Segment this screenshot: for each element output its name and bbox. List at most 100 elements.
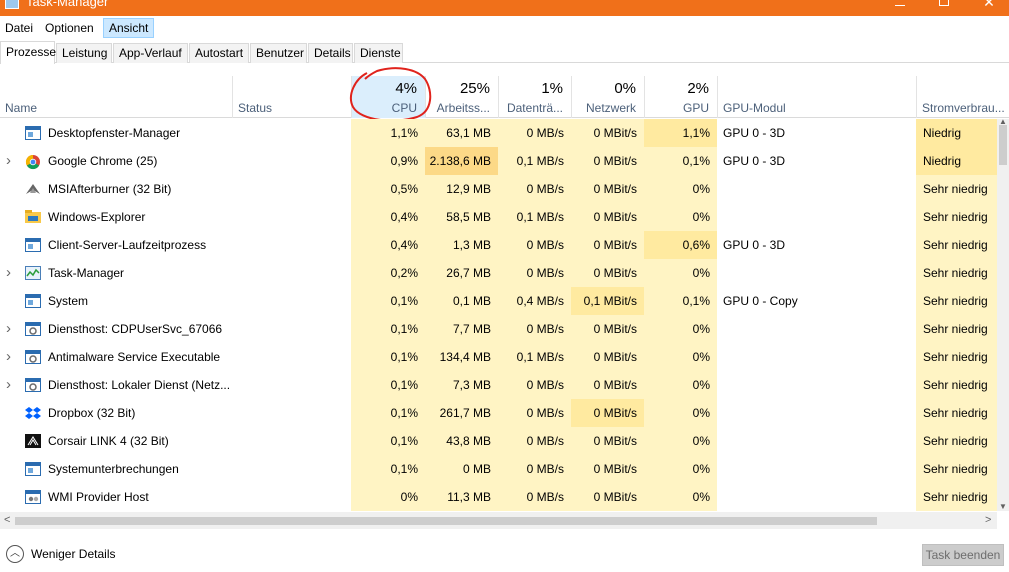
process-mem: 11,3 MB [447,490,491,504]
column-status[interactable]: Status [232,76,351,118]
process-row[interactable]: Windows-Explorer 0,4% 58,5 MB 0,1 MB/s 0 MBi… [0,203,997,231]
process-gpu-engine: GPU 0 - 3D [723,154,786,168]
column-gpu[interactable]: 2% GPU [644,76,717,118]
column-power[interactable]: Stromverbrau... [916,76,1009,118]
end-task-button[interactable]: Task beenden [922,544,1004,566]
tab-leistung[interactable]: Leistung [56,43,112,63]
process-name: Systemunterbrechungen [48,462,179,476]
column-status-label: Status [238,101,273,115]
memory-total: 25% [459,80,490,97]
process-disk: 0 MB/s [526,182,564,196]
column-cpu-label: CPU [391,101,417,115]
process-disk: 0,1 MB/s [516,350,564,364]
window-title: Task-Manager [26,0,109,9]
process-net: 0 MBit/s [593,322,637,336]
expand-chevron-icon[interactable]: › [6,259,11,286]
process-gpu-engine [717,371,916,399]
process-row[interactable]: Client-Server-Laufzeitprozess 0,4% 1,3 MB 0… [0,231,997,259]
column-memory[interactable]: 25% Arbeitss... [425,76,498,118]
horizontal-scroll-thumb[interactable] [15,517,877,525]
process-row[interactable]: › Diensthost: CDPUserSvc_67066 0,1% 7,7 MB 0… [0,315,997,343]
service-icon [25,350,41,364]
horizontal-scrollbar[interactable]: < > [0,512,997,529]
process-row[interactable]: WMI Provider Host 0% 11,3 MB 0 MB/s 0 MBit/s… [0,483,997,511]
column-disk-label: Datenträ... [506,101,563,115]
column-disk[interactable]: 1% Datenträ... [498,76,571,118]
process-gpu-engine: GPU 0 - Copy [723,294,798,308]
process-net: 0 MBit/s [593,406,637,420]
process-cpu: 1,1% [390,126,418,140]
expand-chevron-icon[interactable]: › [6,343,11,370]
tab-autostart[interactable]: Autostart [189,43,249,63]
process-disk: 0 MB/s [526,462,564,476]
column-name[interactable]: Name [0,76,232,118]
process-row[interactable]: › Task-Manager 0,2% 26,7 MB 0 MB/s 0 MBit/s 0%… [0,259,997,287]
column-gpu-engine-label: GPU-Modul [723,101,786,115]
process-mem: 7,7 MB [452,322,491,336]
process-row[interactable]: MSIAfterburner (32 Bit) 0,5% 12,9 MB 0 MB/s… [0,175,997,203]
scroll-left-icon[interactable]: < [4,512,10,529]
process-row[interactable]: Desktopfenster-Manager 1,1% 63,1 MB 0 MB/s 0… [0,119,997,147]
menu-datei[interactable]: Datei [0,18,38,38]
process-mem: 26,7 MB [446,266,491,280]
menu-ansicht[interactable]: Ansicht [103,18,155,38]
process-net: 0 MBit/s [593,350,637,364]
process-list: Desktopfenster-Manager 1,1% 63,1 MB 0 MB/s 0… [0,119,997,511]
process-gpu: 0% [692,406,710,420]
process-row[interactable]: Dropbox (32 Bit) 0,1% 261,7 MB 0 MB/s 0 MBit… [0,399,997,427]
column-network[interactable]: 0% Netzwerk [571,76,644,118]
process-gpu: 0% [692,182,710,196]
maximize-icon[interactable] [939,0,949,6]
process-power: Sehr niedrig [923,266,988,280]
process-disk: 0 MB/s [526,322,564,336]
minimize-icon[interactable] [895,5,905,6]
tab-prozesse[interactable]: Prozesse [0,41,56,64]
scroll-right-icon[interactable]: > [985,512,991,529]
column-gpu-engine[interactable]: GPU-Modul [717,76,916,118]
expand-chevron-icon[interactable]: › [6,147,11,174]
process-cpu: 0,1% [390,294,418,308]
corsair-icon [25,434,41,448]
process-row[interactable]: System 0,1% 0,1 MB 0,4 MB/s 0,1 MBit/s 0,1% GP… [0,287,997,315]
process-mem: 58,5 MB [446,210,491,224]
process-name: Diensthost: Lokaler Dienst (Netz... [48,378,231,392]
process-net: 0 MBit/s [593,238,637,252]
chevron-up-icon: ︿ [6,545,24,563]
process-row[interactable]: › Antimalware Service Executable 0,1% 134,4… [0,343,997,371]
process-row[interactable]: › Google Chrome (25) 0,9% 2.138,6 MB 0,1 MB/… [0,147,997,175]
process-row[interactable]: › Diensthost: Lokaler Dienst (Netz... 0,1%… [0,371,997,399]
tab-details[interactable]: Details [308,43,353,63]
process-gpu-engine: GPU 0 - 3D [723,238,786,252]
afterburner-icon [25,182,41,196]
expand-chevron-icon[interactable]: › [6,315,11,342]
column-gpu-label: GPU [682,101,709,115]
close-icon[interactable]: ✕ [966,0,1009,15]
process-power: Sehr niedrig [923,462,988,476]
tab-app-verlauf[interactable]: App-Verlauf [113,43,188,63]
chrome-icon [25,154,41,170]
expand-chevron-icon[interactable]: › [6,371,11,398]
menu-optionen[interactable]: Optionen [40,18,99,38]
process-gpu: 0% [692,266,710,280]
task-manager-icon [25,266,41,280]
process-row[interactable]: Corsair LINK 4 (32 Bit) 0,1% 43,8 MB 0 MB/s… [0,427,997,455]
process-name: Windows-Explorer [48,210,146,224]
process-power: Sehr niedrig [923,434,988,448]
vertical-scroll-thumb[interactable] [999,125,1007,165]
column-network-label: Netzwerk [585,101,636,115]
column-cpu[interactable]: 4% CPU [351,76,425,118]
process-gpu: 0% [692,490,710,504]
process-net: 0 MBit/s [593,266,637,280]
process-disk: 0,1 MB/s [516,210,564,224]
process-power: Sehr niedrig [923,238,988,252]
process-row[interactable]: Systemunterbrechungen 0,1% 0 MB 0 MB/s 0 MBi… [0,455,997,483]
process-cpu: 0,1% [390,378,418,392]
scroll-down-icon[interactable]: ▼ [997,502,1009,511]
process-gpu-engine [717,343,916,371]
vertical-scrollbar[interactable]: ▲ ▼ [997,117,1009,511]
wmi-icon [25,490,41,504]
tab-benutzer[interactable]: Benutzer [250,43,307,63]
process-power: Niedrig [923,154,962,168]
process-mem: 134,4 MB [439,350,491,364]
tab-dienste[interactable]: Dienste [354,43,403,63]
